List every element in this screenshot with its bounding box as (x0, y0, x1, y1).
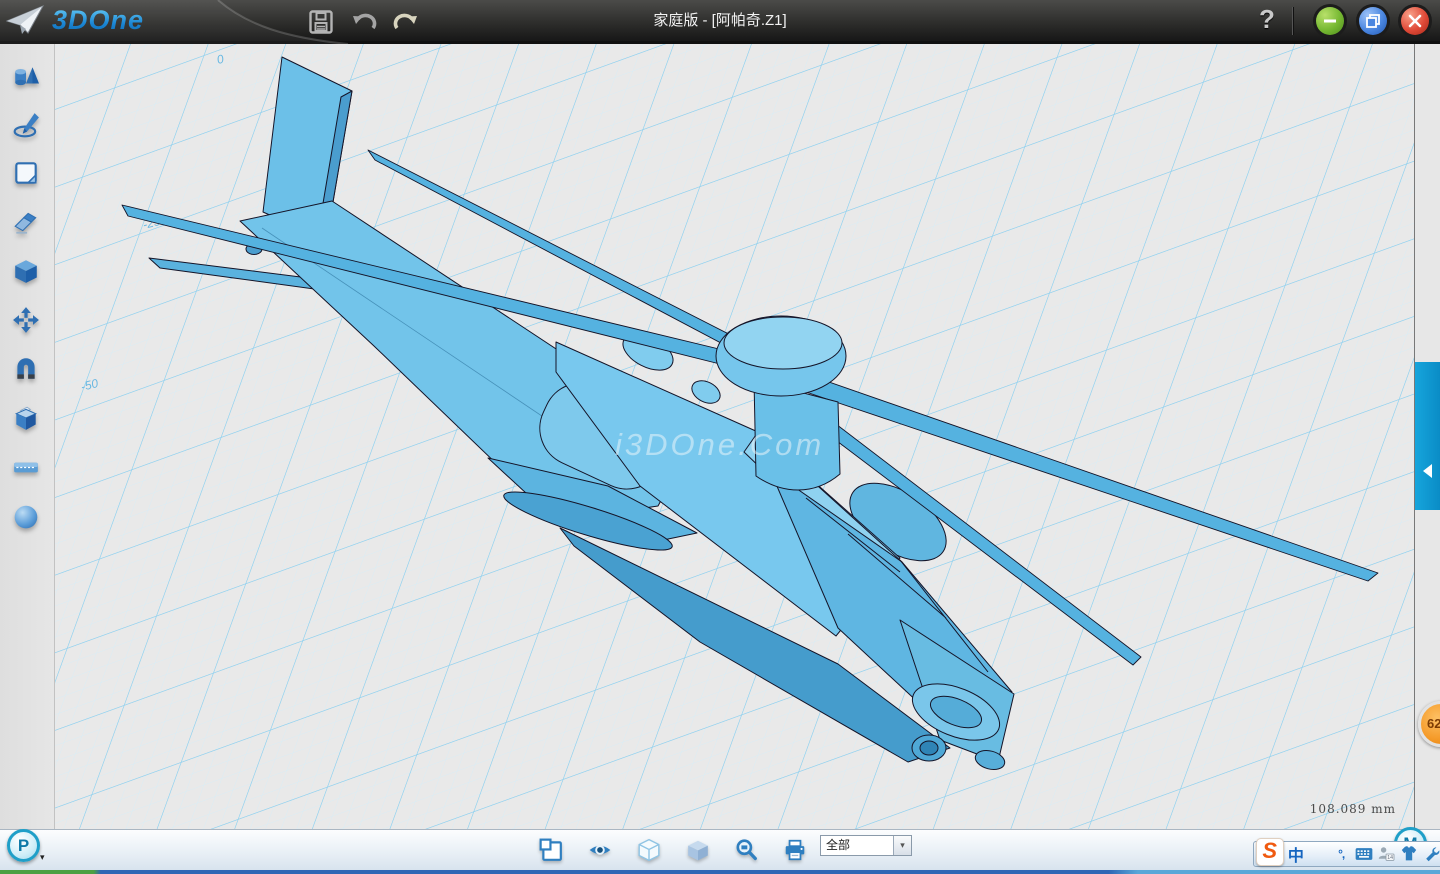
solid-cube-icon (12, 257, 40, 285)
document-title: 家庭版 - [阿帕奇.Z1] (0, 0, 1440, 41)
expand-panel-tab[interactable] (1415, 362, 1440, 510)
measure-icon (12, 453, 40, 481)
model-canvas: 0 -25 -50 (55, 44, 1414, 830)
bottom-toolbar: P ▾ (0, 829, 1440, 870)
eraser-trim-icon (12, 208, 40, 236)
sidebar-item-snap[interactable] (12, 355, 42, 385)
chin-turret-core (920, 741, 938, 755)
visibility-button[interactable] (585, 835, 615, 865)
ime-skin[interactable] (1399, 843, 1420, 865)
wireframe-display-button[interactable] (634, 835, 664, 865)
restore-icon (1366, 14, 1380, 28)
redo-icon (392, 9, 420, 35)
solid-primitives-icon (12, 62, 40, 90)
view-layout-button[interactable] (536, 835, 566, 865)
shaded-display-button[interactable] (683, 835, 713, 865)
save-button[interactable] (306, 7, 336, 37)
3done-window: 0 -25 -50 (0, 0, 1440, 874)
paper-plane-icon (6, 4, 46, 37)
minimize-button[interactable] (1316, 7, 1344, 35)
wireframe-display-icon (637, 838, 661, 862)
restore-button[interactable] (1359, 7, 1387, 35)
undo-button[interactable] (349, 7, 379, 37)
move-tool-icon (12, 306, 40, 334)
app-logo: 3DOne (6, 4, 144, 37)
display-filter-value: 全部 (821, 836, 893, 855)
sidebar-item-material[interactable] (12, 502, 42, 532)
sketch-plane-icon (12, 159, 40, 187)
zoom-view-icon (734, 838, 758, 862)
save-icon (308, 9, 334, 35)
quick-badge-left[interactable]: P (7, 829, 40, 862)
print-button[interactable] (780, 835, 810, 865)
minimize-icon (1323, 14, 1337, 28)
help-button[interactable]: ? (1252, 4, 1282, 38)
watermark: i3DOne.Com (615, 427, 824, 462)
undo-icon (350, 9, 378, 35)
taskbar-edge (0, 870, 1440, 874)
sidebar-item-unbox[interactable] (12, 404, 42, 434)
display-filter-dropdown[interactable]: 全部 ▾ (820, 835, 912, 856)
redo-button[interactable] (391, 7, 421, 37)
fullwidth-moon-icon (1311, 846, 1327, 862)
ime-settings[interactable] (1421, 843, 1440, 865)
app-name: 3DOne (52, 5, 144, 36)
sidebar-item-primitives[interactable] (12, 62, 42, 92)
close-button[interactable] (1401, 7, 1429, 35)
sidebar-item-move[interactable] (12, 306, 42, 336)
dropdown-arrow-icon[interactable]: ▾ (893, 836, 911, 855)
magnet-snap-icon (12, 355, 40, 383)
user-badge-label: 14 (1388, 855, 1394, 861)
soft-keyboard-icon (1355, 847, 1373, 861)
user-icon: 14 (1377, 846, 1395, 862)
close-icon (1408, 14, 1422, 28)
viewport-3d[interactable]: 0 -25 -50 (55, 44, 1414, 830)
title-bar: 3DOne 家庭版 - [阿帕奇.Z1] ? (0, 0, 1440, 44)
notification-count: 62 (1427, 716, 1440, 731)
sidebar-item-measure[interactable] (12, 453, 42, 483)
view-layout-icon (539, 838, 563, 862)
ime-user-account[interactable]: 14 (1376, 843, 1397, 865)
material-sphere-icon (12, 502, 40, 530)
sidebar-item-solid-edit[interactable] (12, 257, 42, 287)
sidebar-item-erase[interactable] (12, 208, 42, 238)
titlebar-swoosh (0, 0, 1440, 44)
visibility-eye-icon (588, 838, 612, 862)
sidebar-item-sketch-plane[interactable] (12, 159, 42, 189)
titlebar-divider (1292, 7, 1293, 35)
ime-toolbar: S 中 °, 14 (1253, 841, 1440, 867)
measurement-readout: 108.089 mm (1310, 802, 1396, 816)
ime-punctuation-toggle[interactable]: °, (1331, 843, 1352, 865)
shaded-display-icon (686, 838, 710, 862)
sogou-logo[interactable]: S (1256, 838, 1284, 866)
rotor-cap-top (724, 317, 842, 369)
ime-fullwidth-toggle[interactable] (1308, 843, 1329, 865)
print-icon (783, 838, 807, 862)
unbox-icon (12, 404, 40, 432)
quick-menu-arrow[interactable]: ▾ (40, 852, 45, 863)
sidebar-item-sketch[interactable] (12, 111, 42, 141)
collapse-left-arrow-icon (1423, 464, 1432, 478)
tool-sidebar (0, 44, 55, 830)
ime-soft-keyboard[interactable] (1353, 843, 1374, 865)
sketch-draw-icon (12, 111, 40, 139)
ime-mode-chinese[interactable]: 中 (1286, 843, 1307, 865)
skin-tshirt-icon (1400, 846, 1418, 862)
settings-wrench-icon (1424, 846, 1440, 862)
zoom-view-button[interactable] (731, 835, 761, 865)
